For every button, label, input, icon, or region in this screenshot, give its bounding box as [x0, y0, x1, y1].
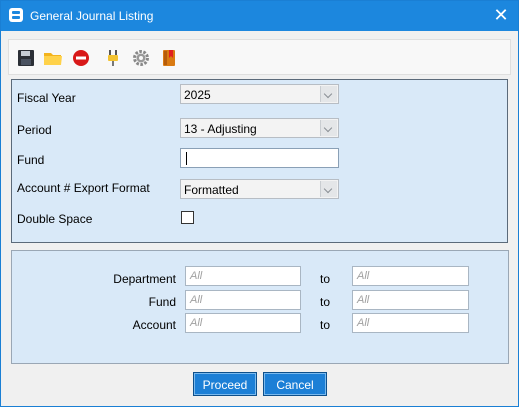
title-bar: General Journal Listing ✕: [1, 1, 518, 31]
bookmark-book-icon[interactable]: [159, 48, 179, 68]
plug-icon[interactable]: [103, 48, 123, 68]
range-to-label: to: [320, 295, 331, 309]
fiscal-year-value: 2025: [184, 88, 211, 102]
department-from-placeholder: All: [190, 270, 203, 282]
fund-to-placeholder: All: [357, 294, 370, 306]
open-folder-icon[interactable]: [43, 48, 63, 68]
fund-input[interactable]: [180, 148, 339, 168]
range-to-label: to: [320, 318, 331, 332]
range-label-department: Department: [113, 272, 176, 286]
text-caret: [186, 152, 187, 165]
toolbar: [8, 39, 511, 75]
app-icon: [9, 8, 23, 22]
window-title: General Journal Listing: [30, 9, 154, 23]
department-from-input[interactable]: All: [185, 266, 301, 286]
export-format-label: Account # Export Format: [17, 181, 150, 195]
dialog-window: General Journal Listing ✕ Fiscal Year 20…: [0, 0, 519, 407]
proceed-button[interactable]: Proceed: [193, 372, 257, 396]
period-label: Period: [17, 123, 52, 137]
account-to-input[interactable]: All: [352, 313, 469, 333]
close-icon[interactable]: ✕: [490, 5, 512, 27]
cancel-button[interactable]: Cancel: [263, 372, 327, 396]
period-select[interactable]: 13 - Adjusting: [180, 118, 339, 138]
export-format-select[interactable]: Formatted: [180, 179, 339, 199]
account-from-placeholder: All: [190, 317, 203, 329]
account-to-placeholder: All: [357, 317, 370, 329]
period-value: 13 - Adjusting: [184, 122, 257, 136]
range-label-fund: Fund: [148, 295, 176, 309]
fund-label: Fund: [17, 153, 45, 167]
fund-to-input[interactable]: All: [352, 290, 469, 310]
save-icon[interactable]: [16, 48, 36, 68]
range-label-account: Account: [132, 318, 176, 332]
settings-gear-icon[interactable]: [131, 48, 151, 68]
double-space-label: Double Space: [17, 212, 93, 226]
stop-icon[interactable]: [71, 48, 91, 68]
account-from-input[interactable]: All: [185, 313, 301, 333]
fiscal-year-select[interactable]: 2025: [180, 84, 339, 104]
fund-from-placeholder: All: [190, 294, 203, 306]
chevron-down-icon[interactable]: [320, 86, 337, 102]
fund-from-input[interactable]: All: [185, 290, 301, 310]
department-to-input[interactable]: All: [352, 266, 469, 286]
chevron-down-icon[interactable]: [320, 181, 337, 197]
export-format-value: Formatted: [184, 183, 239, 197]
fiscal-year-label: Fiscal Year: [17, 91, 76, 105]
department-to-placeholder: All: [357, 270, 370, 282]
double-space-checkbox[interactable]: [181, 211, 194, 224]
chevron-down-icon[interactable]: [320, 120, 337, 136]
range-to-label: to: [320, 272, 331, 286]
